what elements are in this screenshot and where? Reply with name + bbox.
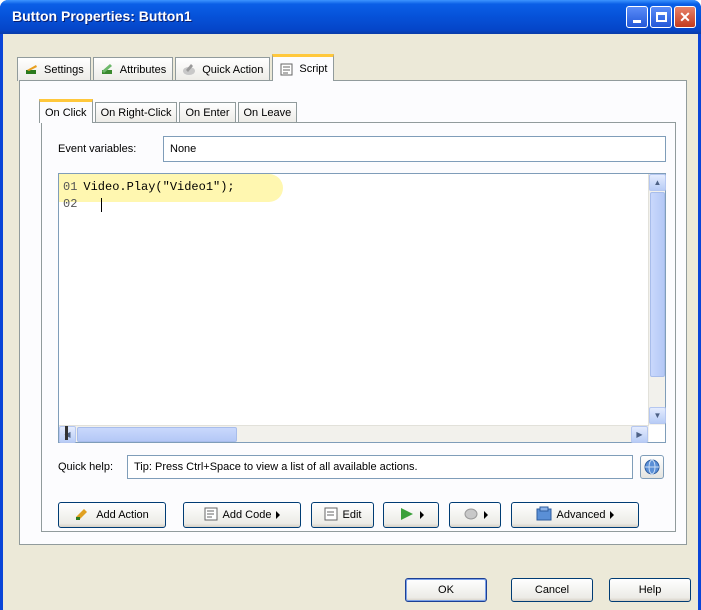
horizontal-scroll-thumb[interactable] <box>77 427 237 442</box>
outer-tab-strip: Settings Attributes Quick Action Script <box>17 54 336 81</box>
help-globe-button[interactable] <box>640 455 664 479</box>
horizontal-scrollbar[interactable]: ◀ ▶ <box>59 425 649 443</box>
close-icon: ✕ <box>679 8 691 25</box>
code-line[interactable]: 02 <box>63 197 83 211</box>
quick-action-icon <box>182 62 197 77</box>
tab-script[interactable]: Script <box>272 54 335 81</box>
vertical-scroll-thumb[interactable] <box>650 192 665 377</box>
split-handle[interactable] <box>65 426 68 440</box>
close-button[interactable]: ✕ <box>674 6 696 28</box>
scroll-up-button[interactable]: ▲ <box>649 174 666 191</box>
maximize-button[interactable] <box>650 6 672 28</box>
play-button[interactable] <box>383 502 439 528</box>
advanced-label: Advanced <box>556 509 606 521</box>
scroll-down-button[interactable]: ▼ <box>649 407 666 424</box>
dropdown-arrow-icon <box>276 511 281 519</box>
tab-script-label: Script <box>299 63 328 75</box>
settings-icon <box>24 62 39 77</box>
tab-attributes-label: Attributes <box>119 63 167 76</box>
tab-attributes[interactable]: Attributes <box>92 57 174 81</box>
edit-label: Edit <box>342 509 362 521</box>
chevron-right-icon: ▶ <box>636 430 643 439</box>
add-code-label: Add Code <box>222 509 272 521</box>
script-editor[interactable]: 01 Video.Play("Video1"); 02 ▲ ▼ ◀ ▶ <box>58 173 666 443</box>
stop-icon <box>463 507 479 524</box>
edit-button[interactable]: Edit <box>311 502 374 528</box>
window-title: Button Properties: Button1 <box>12 8 192 24</box>
tab-quick-action[interactable]: Quick Action <box>175 57 271 81</box>
event-tab-strip: On Click On Right-Click On Enter On Leav… <box>39 99 299 123</box>
tab-on-enter[interactable]: On Enter <box>179 102 236 123</box>
line-number: 02 <box>63 197 78 211</box>
dialog-button-bar <box>3 548 698 610</box>
tab-quick-action-label: Quick Action <box>202 63 264 76</box>
dropdown-arrow-icon <box>610 511 615 519</box>
advanced-icon <box>536 506 552 525</box>
stop-button[interactable] <box>449 502 501 528</box>
minimize-icon <box>633 19 641 23</box>
add-action-button[interactable]: Add Action <box>58 502 166 528</box>
attributes-icon <box>100 62 115 77</box>
maximize-icon <box>655 12 667 22</box>
line-number: 01 <box>63 180 78 194</box>
globe-icon <box>644 459 660 475</box>
title-bar[interactable]: Button Properties: Button1 ✕ <box>0 0 701 34</box>
chevron-down-icon: ▼ <box>653 411 662 420</box>
code-text: Video.Play("Video1"); <box>83 180 235 194</box>
chevron-up-icon: ▲ <box>653 178 662 187</box>
minimize-button[interactable] <box>626 6 648 28</box>
help-button[interactable]: Help <box>609 578 691 602</box>
properties-dialog: Button Properties: Button1 ✕ Settings At… <box>0 0 701 610</box>
dropdown-arrow-icon <box>419 511 424 519</box>
scroll-right-button[interactable]: ▶ <box>631 426 648 443</box>
tab-on-click[interactable]: On Click <box>39 99 93 123</box>
add-action-label: Add Action <box>96 509 149 521</box>
tab-settings[interactable]: Settings <box>17 57 91 81</box>
tab-settings-label: Settings <box>44 63 84 76</box>
cancel-button[interactable]: Cancel <box>511 578 593 602</box>
dropdown-arrow-icon <box>483 511 488 519</box>
vertical-scrollbar[interactable]: ▲ ▼ <box>648 174 666 425</box>
event-variables-field[interactable]: None <box>163 136 666 162</box>
event-variables-label: Event variables: <box>58 143 137 155</box>
code-line[interactable]: 01 Video.Play("Video1"); <box>63 180 235 194</box>
tab-on-leave[interactable]: On Leave <box>237 102 298 123</box>
add-code-button[interactable]: Add Code <box>183 502 301 528</box>
edit-icon <box>324 507 338 524</box>
ok-button[interactable]: OK <box>405 578 487 602</box>
code-icon <box>204 507 218 524</box>
text-caret <box>101 198 102 212</box>
quick-help-label: Quick help: <box>58 461 114 473</box>
script-icon <box>279 62 294 77</box>
quick-help-field: Tip: Press Ctrl+Space to view a list of … <box>127 455 633 479</box>
tab-on-right-click[interactable]: On Right-Click <box>94 102 178 123</box>
advanced-button[interactable]: Advanced <box>511 502 639 528</box>
play-icon <box>399 507 415 524</box>
add-action-icon <box>75 507 91 524</box>
